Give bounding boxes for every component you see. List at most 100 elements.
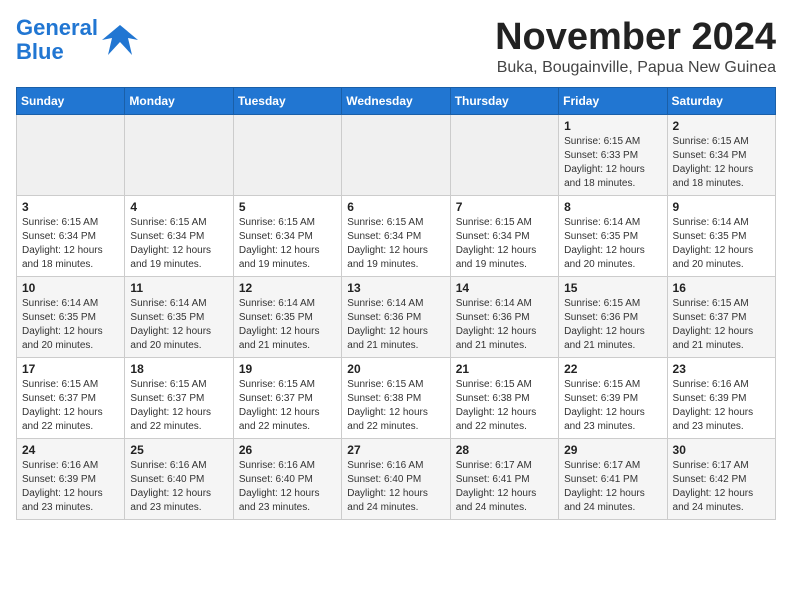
day-info: Sunrise: 6:15 AM Sunset: 6:34 PM Dayligh… bbox=[456, 216, 553, 272]
day-info: Sunrise: 6:15 AM Sunset: 6:34 PM Dayligh… bbox=[239, 216, 336, 272]
calendar-cell: 29Sunrise: 6:17 AM Sunset: 6:41 PM Dayli… bbox=[559, 439, 667, 520]
day-number: 19 bbox=[239, 362, 336, 376]
day-number: 14 bbox=[456, 281, 553, 295]
day-number: 23 bbox=[673, 362, 770, 376]
day-number: 30 bbox=[673, 443, 770, 457]
calendar-cell: 12 Sunrise: 6:14 AM Sunset: 6:35 PM Dayli… bbox=[233, 277, 341, 358]
day-info: Sunrise: 6:14 AM Sunset: 6:36 PM Dayligh… bbox=[347, 297, 444, 353]
day-number: 26 bbox=[239, 443, 336, 457]
day-number: 4 bbox=[130, 200, 227, 214]
day-number: 13 bbox=[347, 281, 444, 295]
day-number: 17 bbox=[22, 362, 119, 376]
day-info: Sunrise: 6:15 AM Sunset: 6:39 PM Dayligh… bbox=[564, 378, 661, 434]
calendar-cell bbox=[233, 115, 341, 196]
calendar-cell: 10Sunrise: 6:14 AM Sunset: 6:35 PM Dayli… bbox=[17, 277, 125, 358]
calendar-cell: 3Sunrise: 6:15 AM Sunset: 6:34 PM Daylig… bbox=[17, 196, 125, 277]
day-number: 12 bbox=[239, 281, 336, 295]
day-info: Sunrise: 6:15 AM Sunset: 6:38 PM Dayligh… bbox=[347, 378, 444, 434]
calendar-cell: 23 Sunrise: 6:16 AM Sunset: 6:39 PM Dayli… bbox=[667, 358, 775, 439]
day-number: 6 bbox=[347, 200, 444, 214]
calendar-table: SundayMondayTuesdayWednesdayThursdayFrid… bbox=[16, 87, 776, 520]
calendar-title: November 2024 bbox=[495, 16, 776, 59]
calendar-cell: 8 Sunrise: 6:14 AM Sunset: 6:35 PM Daylig… bbox=[559, 196, 667, 277]
calendar-cell bbox=[17, 115, 125, 196]
day-info: Sunrise: 6:16 AM Sunset: 6:39 PM Dayligh… bbox=[22, 459, 119, 515]
day-number: 11 bbox=[130, 281, 227, 295]
calendar-cell: 13 Sunrise: 6:14 AM Sunset: 6:36 PM Dayli… bbox=[342, 277, 450, 358]
day-info: Sunrise: 6:14 AM Sunset: 6:35 PM Dayligh… bbox=[673, 216, 770, 272]
day-number: 5 bbox=[239, 200, 336, 214]
day-info: Sunrise: 6:14 AM Sunset: 6:36 PM Dayligh… bbox=[456, 297, 553, 353]
day-number: 20 bbox=[347, 362, 444, 376]
calendar-cell: 22 Sunrise: 6:15 AM Sunset: 6:39 PM Dayli… bbox=[559, 358, 667, 439]
calendar-cell: 5 Sunrise: 6:15 AM Sunset: 6:34 PM Daylig… bbox=[233, 196, 341, 277]
day-number: 24 bbox=[22, 443, 119, 457]
calendar-cell bbox=[342, 115, 450, 196]
day-info: Sunrise: 6:16 AM Sunset: 6:40 PM Dayligh… bbox=[347, 459, 444, 515]
day-number: 8 bbox=[564, 200, 661, 214]
calendar-cell: 7Sunrise: 6:15 AM Sunset: 6:34 PM Daylig… bbox=[450, 196, 558, 277]
day-info: Sunrise: 6:15 AM Sunset: 6:34 PM Dayligh… bbox=[130, 216, 227, 272]
day-info: Sunrise: 6:16 AM Sunset: 6:39 PM Dayligh… bbox=[673, 378, 770, 434]
day-info: Sunrise: 6:15 AM Sunset: 6:37 PM Dayligh… bbox=[22, 378, 119, 434]
weekday-header: Friday bbox=[559, 88, 667, 115]
day-info: Sunrise: 6:15 AM Sunset: 6:37 PM Dayligh… bbox=[239, 378, 336, 434]
day-number: 29 bbox=[564, 443, 661, 457]
calendar-cell: 9 Sunrise: 6:14 AM Sunset: 6:35 PM Daylig… bbox=[667, 196, 775, 277]
calendar-body: 1Sunrise: 6:15 AM Sunset: 6:33 PM Daylig… bbox=[17, 115, 776, 520]
logo-bird-icon bbox=[100, 20, 140, 60]
day-info: Sunrise: 6:14 AM Sunset: 6:35 PM Dayligh… bbox=[564, 216, 661, 272]
calendar-cell: 17 Sunrise: 6:15 AM Sunset: 6:37 PM Dayli… bbox=[17, 358, 125, 439]
day-info: Sunrise: 6:15 AM Sunset: 6:34 PM Dayligh… bbox=[673, 135, 770, 191]
day-number: 9 bbox=[673, 200, 770, 214]
calendar-subtitle: Buka, Bougainville, Papua New Guinea bbox=[495, 59, 776, 77]
calendar-cell: 28Sunrise: 6:17 AM Sunset: 6:41 PM Dayli… bbox=[450, 439, 558, 520]
calendar-cell: 14 Sunrise: 6:14 AM Sunset: 6:36 PM Dayli… bbox=[450, 277, 558, 358]
logo: General Blue bbox=[16, 16, 140, 64]
logo-text2: Blue bbox=[16, 39, 64, 64]
calendar-cell: 20 Sunrise: 6:15 AM Sunset: 6:38 PM Dayli… bbox=[342, 358, 450, 439]
logo-text: General bbox=[16, 15, 98, 40]
page-header: General Blue November 2024 Buka, Bougain… bbox=[16, 16, 776, 77]
weekday-header: Saturday bbox=[667, 88, 775, 115]
calendar-cell: 24 Sunrise: 6:16 AM Sunset: 6:39 PM Dayli… bbox=[17, 439, 125, 520]
day-number: 28 bbox=[456, 443, 553, 457]
day-info: Sunrise: 6:17 AM Sunset: 6:42 PM Dayligh… bbox=[673, 459, 770, 515]
calendar-cell: 26 Sunrise: 6:16 AM Sunset: 6:40 PM Dayli… bbox=[233, 439, 341, 520]
calendar-cell: 18 Sunrise: 6:15 AM Sunset: 6:37 PM Dayli… bbox=[125, 358, 233, 439]
calendar-cell: 16 Sunrise: 6:15 AM Sunset: 6:37 PM Dayli… bbox=[667, 277, 775, 358]
day-number: 22 bbox=[564, 362, 661, 376]
calendar-cell: 19 Sunrise: 6:15 AM Sunset: 6:37 PM Dayli… bbox=[233, 358, 341, 439]
calendar-cell: 15 Sunrise: 6:15 AM Sunset: 6:36 PM Dayli… bbox=[559, 277, 667, 358]
day-info: Sunrise: 6:15 AM Sunset: 6:34 PM Dayligh… bbox=[22, 216, 119, 272]
day-number: 27 bbox=[347, 443, 444, 457]
day-info: Sunrise: 6:15 AM Sunset: 6:38 PM Dayligh… bbox=[456, 378, 553, 434]
day-info: Sunrise: 6:15 AM Sunset: 6:34 PM Dayligh… bbox=[347, 216, 444, 272]
day-info: Sunrise: 6:15 AM Sunset: 6:37 PM Dayligh… bbox=[673, 297, 770, 353]
day-info: Sunrise: 6:14 AM Sunset: 6:35 PM Dayligh… bbox=[239, 297, 336, 353]
calendar-cell: 27 Sunrise: 6:16 AM Sunset: 6:40 PM Dayli… bbox=[342, 439, 450, 520]
calendar-cell bbox=[125, 115, 233, 196]
day-info: Sunrise: 6:16 AM Sunset: 6:40 PM Dayligh… bbox=[239, 459, 336, 515]
day-number: 15 bbox=[564, 281, 661, 295]
calendar-cell: 25Sunrise: 6:16 AM Sunset: 6:40 PM Dayli… bbox=[125, 439, 233, 520]
day-number: 18 bbox=[130, 362, 227, 376]
day-number: 2 bbox=[673, 119, 770, 133]
calendar-cell: 21 Sunrise: 6:15 AM Sunset: 6:38 PM Dayli… bbox=[450, 358, 558, 439]
calendar-cell: 2 Sunrise: 6:15 AM Sunset: 6:34 PM Daylig… bbox=[667, 115, 775, 196]
day-number: 25 bbox=[130, 443, 227, 457]
calendar-cell: 4 Sunrise: 6:15 AM Sunset: 6:34 PM Daylig… bbox=[125, 196, 233, 277]
calendar-cell bbox=[450, 115, 558, 196]
weekday-header: Monday bbox=[125, 88, 233, 115]
title-block: November 2024 Buka, Bougainville, Papua … bbox=[495, 16, 776, 77]
day-info: Sunrise: 6:15 AM Sunset: 6:36 PM Dayligh… bbox=[564, 297, 661, 353]
calendar-header: SundayMondayTuesdayWednesdayThursdayFrid… bbox=[17, 88, 776, 115]
day-number: 16 bbox=[673, 281, 770, 295]
day-number: 1 bbox=[564, 119, 661, 133]
weekday-header: Wednesday bbox=[342, 88, 450, 115]
calendar-cell: 1Sunrise: 6:15 AM Sunset: 6:33 PM Daylig… bbox=[559, 115, 667, 196]
weekday-header: Tuesday bbox=[233, 88, 341, 115]
day-number: 21 bbox=[456, 362, 553, 376]
day-info: Sunrise: 6:15 AM Sunset: 6:37 PM Dayligh… bbox=[130, 378, 227, 434]
day-info: Sunrise: 6:14 AM Sunset: 6:35 PM Dayligh… bbox=[130, 297, 227, 353]
